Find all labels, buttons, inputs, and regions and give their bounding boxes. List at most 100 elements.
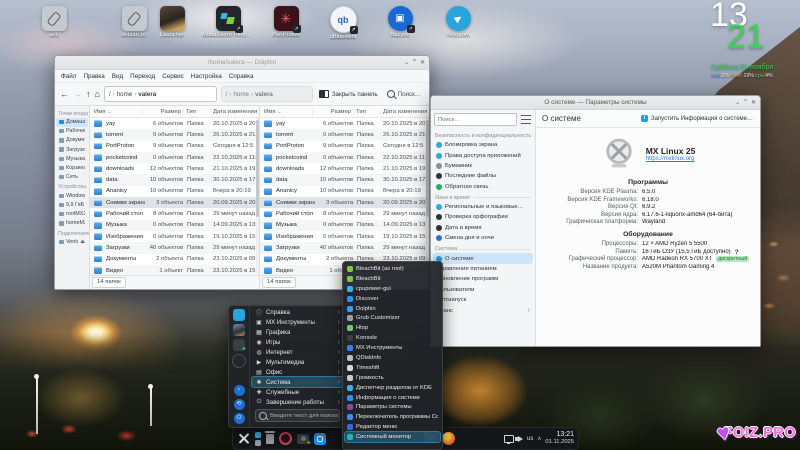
kicker-category-mx-инструменты[interactable]: ▣MX Инструменты› <box>252 318 343 328</box>
dolphin-titlebar[interactable]: /home/valera — Dolphin ⌄ ^ ✕ <box>55 56 429 70</box>
place-windows-11[interactable]: Windows 11 <box>56 191 88 200</box>
session-shutdown-button[interactable]: ⏻ <box>234 413 245 424</box>
scrollbar[interactable] <box>426 118 429 275</box>
launch-kinfocenter-button[interactable]: i Запустить Информация о системе… <box>640 114 754 123</box>
column-name[interactable]: Имя⌄ <box>260 109 313 115</box>
kicker-category-система[interactable]: ✱Система› <box>252 377 343 387</box>
close-icon[interactable]: ✕ <box>420 59 425 66</box>
breadcrumb-active-pane[interactable]: /›home›valera <box>104 86 217 102</box>
settings-search-input[interactable] <box>434 113 517 126</box>
settings-item-сеанс[interactable]: Сеанс› <box>433 305 533 316</box>
file-row-data[interactable]: data10 объектовПапка30.10.2025 в 17:3 <box>260 174 429 185</box>
desktop-icon-mobaxterm-personal-25-2[interactable]: ↗MobaXterm Personal 25.2 <box>202 6 254 38</box>
kicker-category-служебные[interactable]: ✚Служебные› <box>252 387 343 397</box>
breadcrumb-home[interactable]: home <box>117 91 132 98</box>
file-row-data[interactable]: data10 объектовПапка30.10.2025 в 17:3 <box>90 174 259 185</box>
minimize-icon[interactable]: ⌄ <box>735 99 740 106</box>
breadcrumb-item[interactable]: / <box>109 91 111 98</box>
submenu-item-qdiskinfo[interactable]: QDiskInfo <box>345 353 440 363</box>
settings-item-региональные-и-языковые[interactable]: Региональные и языковые… <box>433 202 533 212</box>
desktop-icon-telegram[interactable]: ▶Telegram <box>432 6 484 38</box>
column-date[interactable]: Дата изменения <box>211 109 259 115</box>
kicker-category-офис[interactable]: ▤Офис› <box>252 367 343 377</box>
kicker-search-field[interactable]: Введите текст для поиска… <box>255 409 340 422</box>
breadcrumb-home[interactable]: home <box>233 91 248 98</box>
file-row-yay[interactable]: yay6 объектовПапка20.10.2025 в 20:1 <box>260 118 429 129</box>
submenu-item-параметры-системы[interactable]: Параметры системы <box>345 402 440 412</box>
favorite-app-icon-2[interactable] <box>233 324 245 336</box>
file-row-загрузки[interactable]: Загрузки40 объектовПапка29 минут назад <box>260 242 429 253</box>
kicker-category-графика[interactable]: ▦Графика› <box>252 328 343 338</box>
settings-item-автозапуск[interactable]: Автозапуск <box>433 295 533 305</box>
desktop-icon-launcher[interactable]: Launcher <box>146 6 198 38</box>
submenu-item-системный-монитор[interactable]: Системный монитор <box>345 432 440 442</box>
kicker-category-интернет[interactable]: ◍Интернет› <box>252 348 343 358</box>
settings-item-права-доступа-приложений[interactable]: Права доступа приложений <box>433 150 533 160</box>
favorite-app-icon-3[interactable] <box>233 339 245 351</box>
breadcrumb-valera[interactable]: valera <box>138 91 156 98</box>
desktop-icon-anti[interactable]: anti <box>28 6 80 38</box>
dolphin-menu-переход[interactable]: Переход <box>130 73 155 80</box>
firefox-taskbar-icon[interactable] <box>442 432 455 445</box>
submenu-item-bleachbit[interactable]: BleachBit <box>345 274 440 284</box>
file-row-portproton[interactable]: PortProton9 объектовПапкаСегодня в 12:5 <box>90 141 259 152</box>
settings-item-обновление-программ[interactable]: Обновление программ <box>433 274 533 284</box>
file-row-видео[interactable]: Видео1 объектПапка23.10.2025 в 15:1 <box>90 265 259 275</box>
favorite-app-icon-4[interactable] <box>232 354 246 368</box>
place-домашняя-папка[interactable]: Домашняя папка <box>56 118 88 127</box>
place-документы[interactable]: Документы <box>56 136 88 145</box>
submenu-item-timeshift[interactable]: Timeshift <box>345 363 440 373</box>
file-row-музыка[interactable]: Музыка0 объектовПапка14.09.2025 в 13:1 <box>90 220 259 231</box>
submenu-item-cpupower-gui[interactable]: cpupower-gui <box>345 284 440 294</box>
submenu-item-discover[interactable]: Discover <box>345 294 440 304</box>
settings-item-пользователи[interactable]: Пользователи <box>433 285 533 295</box>
place-ventoy[interactable]: Ventoy⏏ <box>56 238 88 247</box>
file-row-yay[interactable]: yay6 объектовПапка20.10.2025 в 20:1 <box>90 118 259 129</box>
breadcrumb-valera[interactable]: valera <box>255 91 273 98</box>
menu-icon[interactable] <box>520 113 532 126</box>
place-9-9-гиб-встроен[interactable]: 9,9 ГиБ Встроен… <box>56 201 88 210</box>
file-row-загрузки[interactable]: Загрузки40 объектовПапка29 минут назад <box>90 242 259 253</box>
place-сеть[interactable]: Сеть <box>56 173 88 182</box>
file-row-portproton[interactable]: PortProton9 объектовПапкаСегодня в 12:5 <box>260 141 429 152</box>
eject-icon[interactable]: ⏏ <box>80 239 85 245</box>
favorite-app-icon-1[interactable] <box>233 309 245 321</box>
desktop-icon-qbittorrent[interactable]: qb↗qBittorrent <box>317 6 369 40</box>
submenu-item-диспетчер-разделов-от-kde[interactable]: Диспетчер разделов от KDE <box>345 383 440 393</box>
maximize-icon[interactable]: ^ <box>744 99 747 106</box>
column-size[interactable]: Размер <box>313 109 354 115</box>
file-row-рабочий-стол[interactable]: Рабочий стол8 объектовПапка29 минут наза… <box>260 208 429 219</box>
session-restart-button[interactable]: ⟲ <box>234 399 245 410</box>
stacked-mini-icons[interactable] <box>255 432 261 446</box>
trash-taskbar-icon[interactable] <box>266 434 274 444</box>
place-корзина[interactable]: Корзина <box>56 163 88 172</box>
submenu-item-konsole[interactable]: Konsole <box>345 333 440 343</box>
submenu-item-htop[interactable]: Htop <box>345 323 440 333</box>
dolphin-menu-файл[interactable]: Файл <box>61 73 76 80</box>
file-row-pocketcoind[interactable]: pocketcoind0 объектовПапка22.10.2025 в 1… <box>90 152 259 163</box>
column-size[interactable]: Размер <box>143 109 184 115</box>
column-type[interactable]: Тип <box>354 109 381 115</box>
minimize-icon[interactable]: ⌄ <box>404 59 409 66</box>
scrollbar[interactable] <box>256 118 259 275</box>
breadcrumb-item[interactable]: / <box>226 91 228 98</box>
settings-item-о-системе[interactable]: О системе <box>433 253 533 263</box>
settings-item-бумажник[interactable]: Бумажник <box>433 161 533 171</box>
scrollbar-thumb[interactable] <box>256 120 259 217</box>
kicker-category-игры[interactable]: ◉Игры› <box>252 338 343 348</box>
kicker-category-мультимедиа[interactable]: ▶Мультимедиа› <box>252 358 343 368</box>
file-row-изображения[interactable]: Изображения0 объектовПапка19.10.2025 в 1… <box>260 231 429 242</box>
file-row-рабочий-стол[interactable]: Рабочий стол8 объектовПапка29 минут наза… <box>90 208 259 219</box>
settings-item-проверка-орфографии[interactable]: Проверка орфографии <box>433 212 533 222</box>
file-row-изображения[interactable]: Изображения0 объектовПапка19.10.2025 в 1… <box>90 231 259 242</box>
column-type[interactable]: Тип <box>184 109 211 115</box>
dolphin-menu-вид[interactable]: Вид <box>112 73 123 80</box>
scrollbar-thumb[interactable] <box>426 120 429 217</box>
settings-item-блокировка-экрана[interactable]: Блокировка экрана <box>433 140 533 150</box>
network-icon[interactable] <box>504 435 514 443</box>
column-name[interactable]: Имя⌄ <box>90 109 143 115</box>
settings-item-обратная-связь[interactable]: Обратная связь <box>433 182 533 192</box>
file-row-ananicy[interactable]: Ananicy10 объектовПапкаВчера в 20:19 <box>90 186 259 197</box>
file-row-torrent[interactable]: torrent0 объектовПапка26.10.2025 в 21:0 <box>90 129 259 140</box>
help-icon[interactable]: ? <box>735 249 739 257</box>
